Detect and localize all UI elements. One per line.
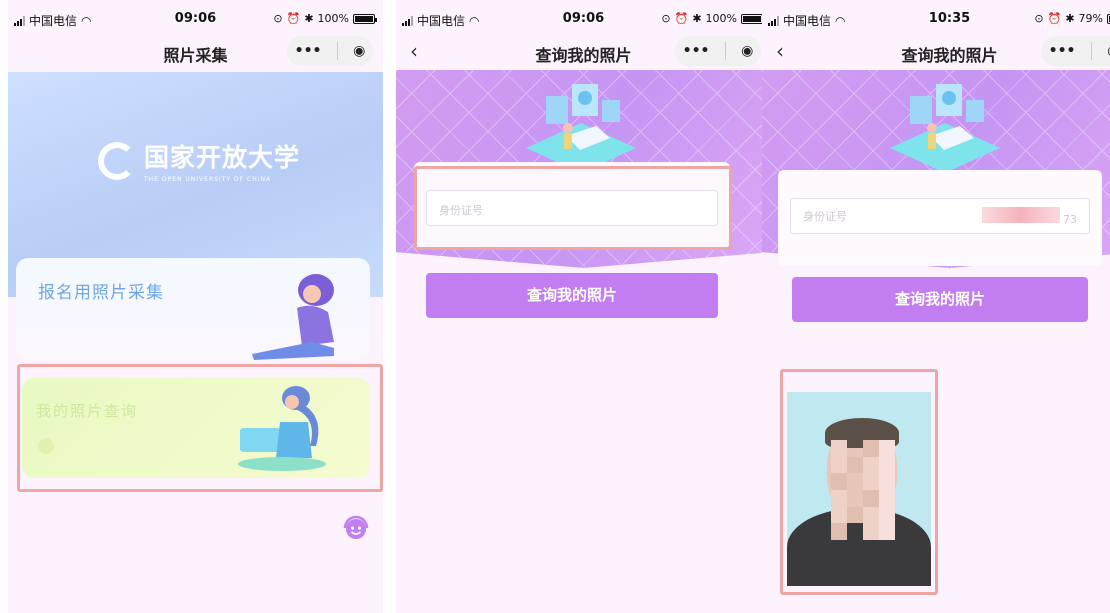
- lock-icon: ⊙: [1034, 12, 1044, 25]
- person-sitting-illustration-icon: [252, 274, 334, 360]
- id-number-input[interactable]: 身份证号 73: [790, 198, 1090, 234]
- battery-icon: [353, 13, 377, 24]
- more-icon[interactable]: •••: [1049, 43, 1076, 59]
- university-logo: 国家开放大学 THE OPEN UNIVERSITY OF CHINA: [98, 138, 300, 183]
- more-icon[interactable]: •••: [295, 43, 322, 59]
- customer-service-icon[interactable]: [340, 512, 372, 544]
- card-label: 报名用照片采集: [38, 283, 164, 303]
- id-photo-result: [787, 392, 931, 586]
- id-suffix: 73: [1063, 212, 1077, 226]
- logo-text-en: THE OPEN UNIVERSITY OF CHINA: [144, 176, 272, 183]
- phone-screen-query-empty: 中国电信 ◠ 09:06 ⊙ ⏰ ✱ 100% ‹ 查询我的照片 ••• ◉ 身…: [396, 0, 771, 613]
- miniprogram-capsule: ••• ◉: [675, 36, 761, 66]
- status-right: ⊙ ⏰ ✱ 100%: [273, 12, 377, 25]
- nav-bar: ‹ 查询我的照片 ••• ◉: [396, 34, 771, 70]
- status-right: ⊙ ⏰ ✱ 79%: [1034, 12, 1110, 25]
- status-bar: 中国电信 ◠ 10:35 ⊙ ⏰ ✱ 79%: [762, 8, 1110, 30]
- status-bar: 中国电信 ◠ 09:06 ⊙ ⏰ ✱ 100%: [396, 8, 771, 30]
- id-field-label: 身份证号: [803, 210, 847, 223]
- id-input-card: 身份证号 73: [778, 170, 1102, 266]
- nav-bar: 照片采集 ••• ◉: [8, 34, 383, 70]
- miniprogram-capsule: ••• ◉: [1041, 36, 1110, 66]
- close-circle-icon[interactable]: ◉: [741, 43, 753, 59]
- alarm-icon: ⏰: [286, 12, 301, 25]
- alarm-icon: ⏰: [674, 12, 689, 25]
- capsule-divider: [336, 42, 338, 60]
- status-right: ⊙ ⏰ ✱ 100%: [661, 12, 765, 25]
- battery-icon: [741, 13, 765, 24]
- bluetooth-icon: ✱: [304, 12, 314, 25]
- id-field-value: 73: [981, 206, 1077, 226]
- capsule-divider: [724, 42, 726, 60]
- bluetooth-icon: ✱: [1065, 12, 1075, 25]
- nav-bar: ‹ 查询我的照片 ••• ◉: [762, 34, 1110, 70]
- query-photo-button[interactable]: 查询我的照片: [426, 273, 718, 318]
- bluetooth-icon: ✱: [692, 12, 702, 25]
- close-circle-icon[interactable]: ◉: [353, 43, 365, 59]
- query-photo-button[interactable]: 查询我的照片: [792, 277, 1088, 322]
- battery-percent: 79%: [1078, 12, 1103, 25]
- logo-mark-icon: [98, 141, 136, 180]
- card-photo-collection[interactable]: 报名用照片采集: [16, 258, 370, 360]
- status-bar: 中国电信 ◠ 09:06 ⊙ ⏰ ✱ 100%: [8, 8, 383, 30]
- more-icon[interactable]: •••: [683, 43, 710, 59]
- alarm-icon: ⏰: [1047, 12, 1062, 25]
- capsule-divider: [1090, 42, 1092, 60]
- redacted-id-number: [981, 206, 1060, 223]
- logo-text-cn: 国家开放大学: [144, 143, 301, 172]
- battery-percent: 100%: [317, 12, 349, 25]
- miniprogram-capsule: ••• ◉: [287, 36, 373, 66]
- highlight-box: [17, 364, 383, 492]
- face-mosaic: [831, 440, 895, 540]
- highlight-box: [414, 166, 732, 250]
- lock-icon: ⊙: [273, 12, 283, 25]
- battery-percent: 100%: [705, 12, 737, 25]
- isometric-office-illustration-icon: [890, 84, 1000, 173]
- phone-screen-photo-collection: 中国电信 ◠ 09:06 ⊙ ⏰ ✱ 100% 照片采集 ••• ◉ 国家开放大…: [8, 0, 383, 613]
- lock-icon: ⊙: [661, 12, 671, 25]
- phone-screen-query-result: 中国电信 ◠ 10:35 ⊙ ⏰ ✱ 79% ‹ 查询我的照片 ••• ◉: [762, 0, 1110, 613]
